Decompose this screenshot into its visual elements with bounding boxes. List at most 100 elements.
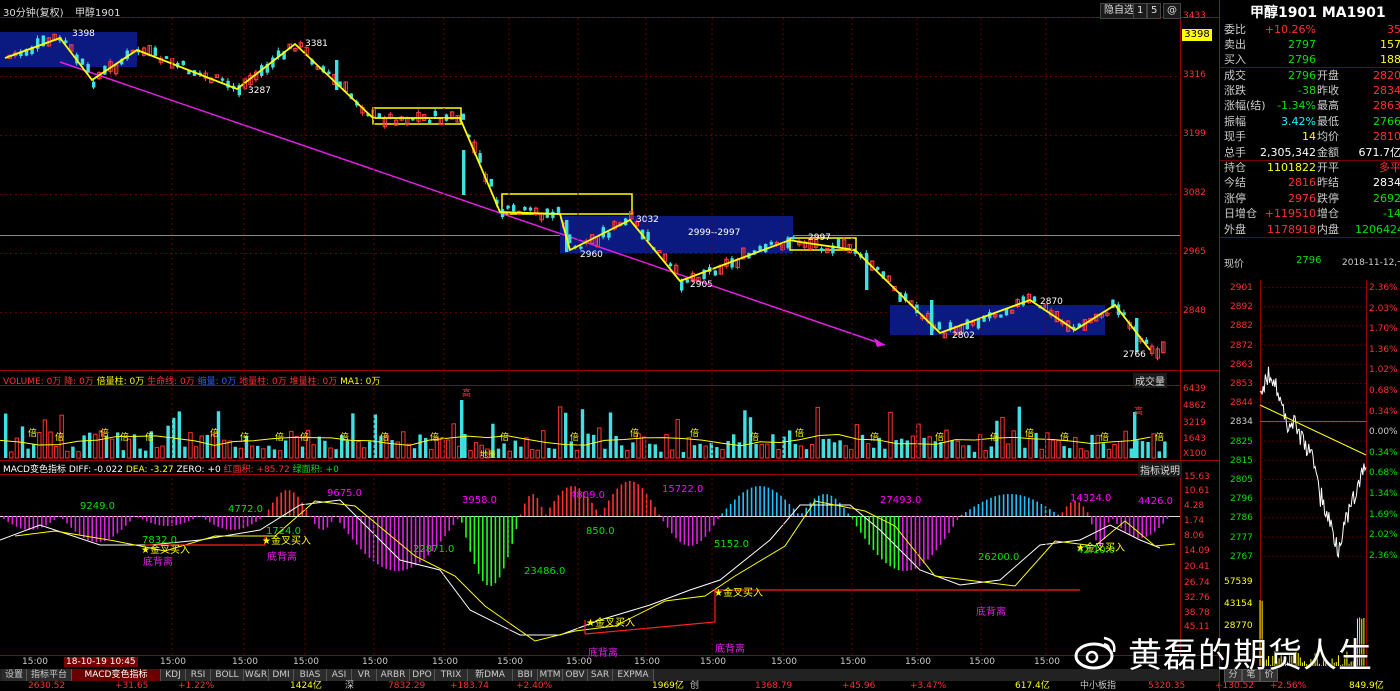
indicator-tab[interactable]: 新DMA [468, 669, 513, 681]
volume-double-mark: 倍 [300, 431, 309, 443]
volume-bar [272, 449, 277, 458]
quote-label: 卖出 [1224, 38, 1246, 51]
indicator-tab[interactable]: TRIX [435, 669, 468, 681]
volume-bar [888, 411, 893, 459]
gold-cross-signal: ★金叉买入 [714, 588, 763, 599]
toolbar-button-at[interactable]: @ [1163, 3, 1181, 19]
volume-bar [1129, 448, 1133, 458]
ladder-price-tick: 2777 [1230, 532, 1253, 543]
toolbar-button-1[interactable]: 1 [1133, 3, 1148, 19]
price-annotation: 2997 [808, 233, 831, 243]
volume-bar [284, 440, 288, 458]
volume-bar [854, 424, 860, 459]
volume-bar [1133, 412, 1137, 458]
indicator-tab[interactable]: EXPMA [613, 669, 654, 681]
candle-body [512, 204, 516, 212]
time-label: 15:00 [700, 657, 726, 667]
macd-tick: 26.74 [1184, 578, 1210, 588]
ladder-pct-tick: 0.00% [1369, 427, 1398, 438]
toolbar-button-5[interactable]: 5 [1147, 3, 1162, 19]
quote-value: 1101822 [1267, 161, 1316, 174]
price-annotation: 3032 [636, 215, 659, 225]
volume-button[interactable]: 成交量 [1133, 373, 1167, 388]
volume-bar [754, 444, 758, 458]
candle-body [556, 207, 561, 213]
indicator-tab[interactable]: MACD变色指标 [72, 669, 161, 681]
indicator-tab[interactable]: DPO [410, 669, 435, 681]
ladder-price-tick: 2825 [1230, 436, 1253, 447]
quote-value: 2,305,342 [1260, 146, 1316, 159]
macd-legend-item: DEA: -3.27 [125, 465, 177, 475]
volume-bar [429, 448, 434, 459]
indicator-tab[interactable]: DMI [269, 669, 294, 681]
volume-bar [927, 436, 932, 459]
quote-row: 振幅 3.42% 最低 2766 [1220, 114, 1400, 129]
bottom-divergence-label: 底背离 [143, 557, 173, 568]
indicator-tab[interactable]: VR [352, 669, 377, 681]
volume-bar [451, 423, 456, 459]
indicator-tabs: 设置 指标平台 MACD变色指标 KDJ RSI BOLL W&R DMI BIAS ASI VR A… [0, 669, 1219, 681]
candle-body [668, 263, 673, 267]
ladder-price-tick: 2882 [1230, 321, 1253, 332]
indicator-tab[interactable]: BOLL [211, 669, 244, 681]
volume-bar [972, 451, 977, 458]
macd-area-label: 22871.0 [413, 544, 455, 555]
volume-bar [76, 451, 81, 459]
index-status-bar: 2630.52 +31.65 +1.22% 1424亿 深 7832.29 +183.74 +… [0, 681, 1400, 691]
indicator-tab[interactable]: MTM [538, 669, 563, 681]
volume-bar [860, 434, 865, 458]
volume-bar [445, 439, 451, 459]
volume-bar [88, 432, 92, 458]
indicator-tab[interactable]: ASI [327, 669, 352, 681]
quote-value-2: 2692 [1373, 192, 1400, 205]
volume-bar [821, 439, 825, 458]
candle-body [462, 150, 466, 195]
volume-bar [93, 433, 98, 459]
ladder-pct-tick: 2.03% [1369, 303, 1398, 314]
volume-bar [249, 445, 255, 459]
indicator-tab[interactable]: SAR [588, 669, 613, 681]
volume-legend-item: 缩量: 0万 [197, 377, 240, 387]
volume-bar [160, 445, 165, 459]
indicator-tab[interactable]: OBV [563, 669, 588, 681]
macd-area-label: 850.0 [586, 526, 615, 537]
quote-title: 甲醇1901 MA1901 [1250, 5, 1386, 21]
volume-bar [737, 442, 741, 458]
volume-bar [1140, 441, 1145, 458]
macd-tick: 10.61 [1184, 486, 1210, 496]
macd-tick: 4.28 [1184, 501, 1205, 511]
volume-bar [177, 411, 181, 458]
volume-bar [227, 440, 232, 459]
chart-area[interactable]: 3398 3381 3287 3032 2999--2997 2960 2905 2997 28… [0, 0, 1219, 691]
indicator-tab[interactable]: RSI [186, 669, 211, 681]
volume-bar [815, 406, 820, 459]
bottom-divergence-label: 底背离 [976, 607, 1006, 618]
volume-bar [1101, 443, 1105, 458]
quote-row: 现手 14 均价 2810 [1220, 129, 1400, 144]
volume-bar [412, 448, 417, 458]
volume-bar [569, 441, 573, 458]
candle-body [164, 56, 169, 59]
volume-bar [692, 445, 697, 458]
volume-double-mark: 倍 [430, 431, 439, 443]
indicator-tab[interactable]: 设置 [2, 669, 27, 681]
volume-tick: 1643 [1183, 434, 1206, 444]
indicator-tab[interactable]: BIAS [294, 669, 327, 681]
indicator-tab[interactable]: ARBR [377, 669, 410, 681]
volume-legend-item: 倍量柱: 0万 [96, 377, 148, 387]
quote-value: 3.42% [1281, 115, 1316, 128]
indicator-help-button[interactable]: 指标说明 [1138, 462, 1182, 477]
indicator-tab[interactable]: KDJ [161, 669, 186, 681]
volume-bar [686, 437, 692, 459]
indicator-tab[interactable]: W&R [244, 669, 269, 681]
ladder-price-tick: 2844 [1230, 398, 1253, 409]
ladder-pct-tick: 1.70% [1369, 324, 1398, 335]
price-annotation: 3287 [248, 86, 271, 96]
chart-canvas[interactable]: 3398 3381 3287 3032 2999--2997 2960 2905 2997 28… [0, 0, 1219, 669]
indicator-tab[interactable]: 指标平台 [27, 669, 72, 681]
indicator-tab[interactable]: BBI [513, 669, 538, 681]
candle-body [680, 280, 684, 291]
volume-bar [188, 432, 193, 459]
quote-label-2: 金额 [1317, 146, 1339, 159]
volume-bar [519, 446, 523, 458]
